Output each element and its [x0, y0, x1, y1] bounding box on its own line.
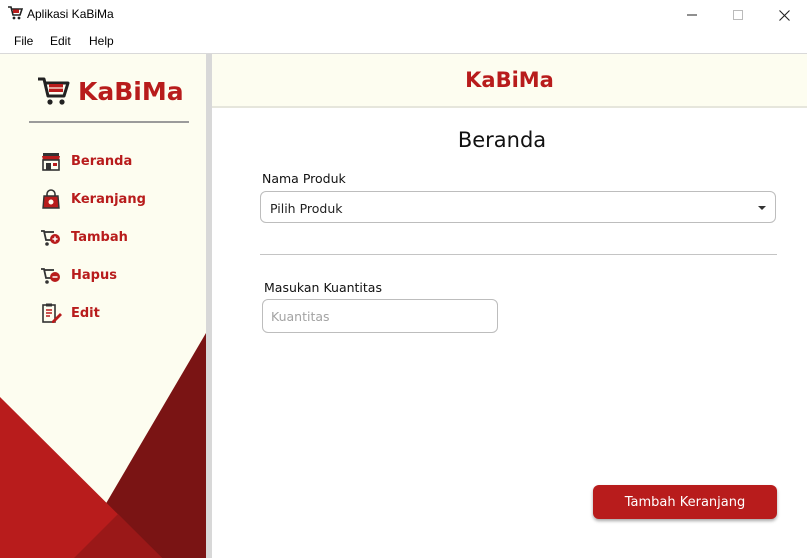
- menu-help[interactable]: Help: [89, 34, 114, 48]
- menu-edit[interactable]: Edit: [50, 34, 71, 48]
- window-title: Aplikasi KaBiMa: [27, 7, 114, 21]
- shopping-bag-icon: [40, 188, 62, 210]
- maximize-button[interactable]: [715, 0, 761, 30]
- brand: KaBiMa: [36, 74, 184, 108]
- sidebar-item-label: Hapus: [71, 267, 117, 283]
- product-select[interactable]: Pilih Produk: [260, 191, 776, 223]
- quantity-input[interactable]: [262, 299, 498, 333]
- cart-add-icon: [40, 226, 62, 248]
- page-title: Beranda: [457, 128, 547, 152]
- quantity-label: Masukan Kuantitas: [264, 280, 382, 295]
- sidebar-item-hapus[interactable]: Hapus: [40, 264, 117, 286]
- shopping-cart-logo-icon: [38, 77, 70, 105]
- add-to-cart-button[interactable]: Tambah Keranjang: [593, 485, 777, 519]
- sidebar: KaBiMa Beranda Keranjang Tambah Hapus Ed…: [0, 54, 206, 558]
- sidebar-decoration: [0, 333, 206, 558]
- menu-bar: File Edit Help: [0, 30, 807, 54]
- sidebar-item-edit[interactable]: Edit: [40, 302, 100, 324]
- product-select-value: Pilih Produk: [270, 201, 343, 216]
- sidebar-item-label: Keranjang: [71, 191, 146, 207]
- header: KaBiMa: [212, 54, 807, 108]
- brand-title: KaBiMa: [78, 76, 184, 106]
- sidebar-item-keranjang[interactable]: Keranjang: [40, 188, 146, 210]
- app-cart-icon: [8, 6, 23, 20]
- sidebar-item-beranda[interactable]: Beranda: [40, 150, 132, 172]
- header-title: KaBiMa: [465, 68, 554, 92]
- product-label: Nama Produk: [262, 171, 346, 186]
- cart-remove-icon: [40, 264, 62, 286]
- close-button[interactable]: [761, 0, 807, 30]
- edit-clipboard-icon: [40, 302, 62, 324]
- sidebar-item-tambah[interactable]: Tambah: [40, 226, 128, 248]
- chevron-down-icon: [758, 206, 766, 210]
- sidebar-item-label: Tambah: [71, 229, 128, 245]
- sidebar-item-label: Edit: [71, 305, 100, 321]
- minimize-icon: [687, 14, 697, 16]
- menu-file[interactable]: File: [14, 34, 33, 48]
- minimize-button[interactable]: [669, 0, 715, 30]
- brand-divider: [29, 121, 189, 123]
- close-icon: [778, 9, 790, 21]
- store-icon: [40, 150, 62, 172]
- maximize-icon: [733, 10, 743, 20]
- title-bar: Aplikasi KaBiMa: [0, 0, 807, 30]
- divider: [260, 254, 777, 255]
- sidebar-item-label: Beranda: [71, 153, 133, 169]
